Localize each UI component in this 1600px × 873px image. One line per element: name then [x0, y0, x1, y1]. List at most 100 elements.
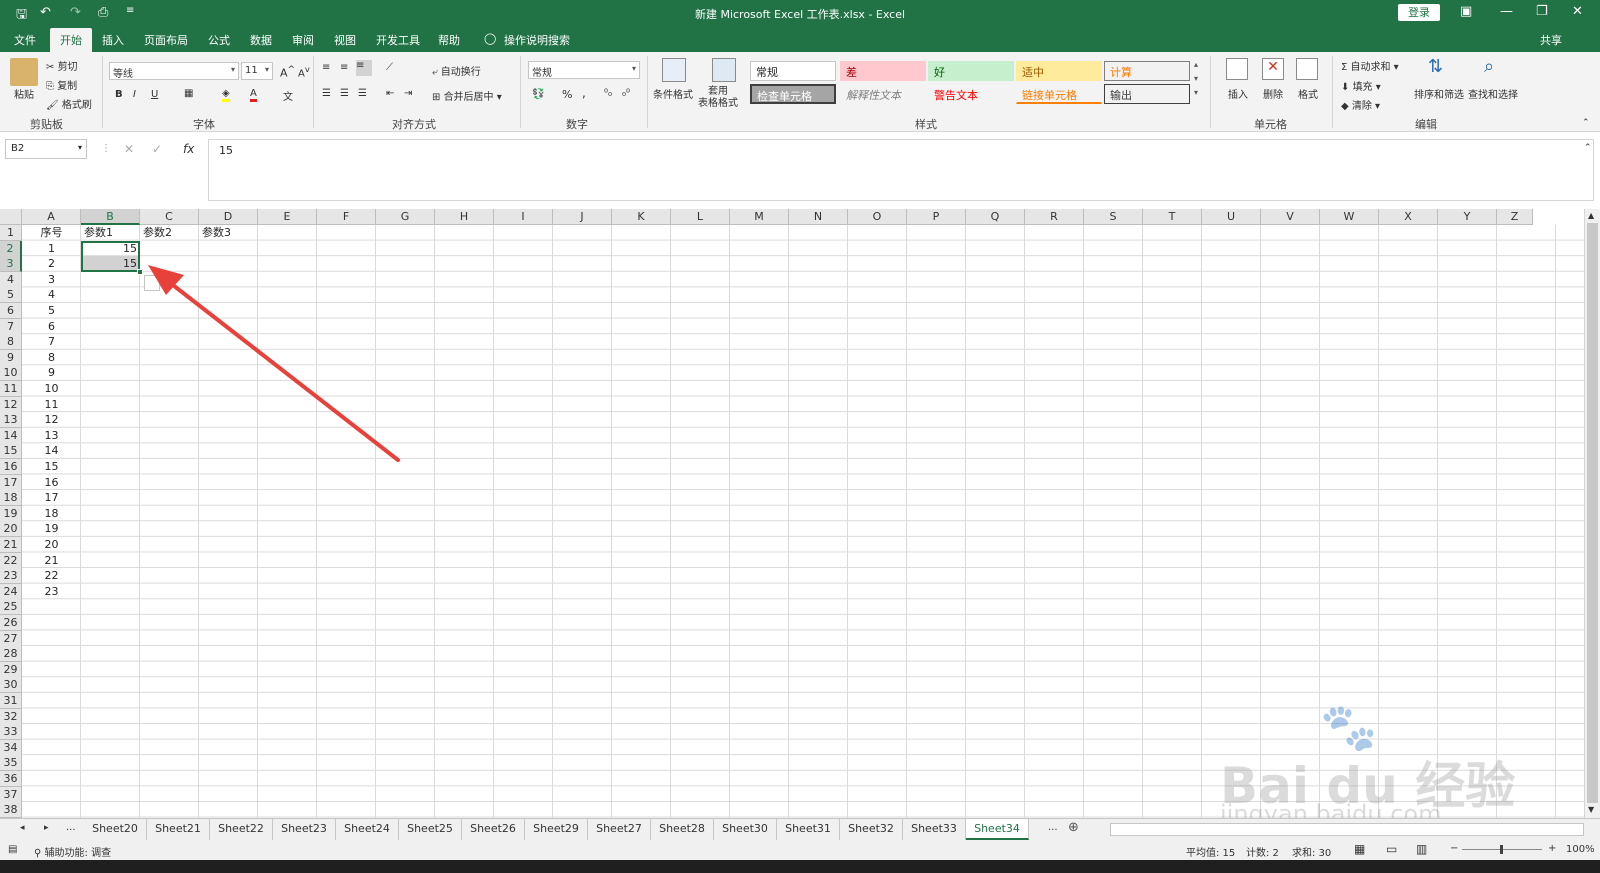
tab-data[interactable]: 数据 [250, 32, 272, 48]
comma-button[interactable]: , [582, 86, 586, 100]
align-right-icon[interactable]: ☰ [358, 88, 367, 99]
tab-review[interactable]: 审阅 [292, 32, 314, 48]
accounting-format-icon[interactable]: 💱 [532, 89, 544, 100]
more-sheets-left[interactable]: ... [66, 822, 76, 833]
page-break-view-icon[interactable]: ▥ [1416, 842, 1427, 856]
sheet-tab-sheet30[interactable]: Sheet30 [714, 819, 777, 840]
formula-input[interactable]: 15 [208, 139, 1594, 201]
sheet-tab-sheet27[interactable]: Sheet27 [588, 819, 651, 840]
next-sheet-icon[interactable]: ▸ [44, 823, 49, 833]
cancel-icon[interactable]: ✕ [124, 142, 134, 156]
find-select-button[interactable]: 查找和选择 [1468, 86, 1518, 101]
decrease-font-icon[interactable]: Av [298, 64, 310, 79]
font-size-select[interactable]: 11 ▾ [241, 62, 273, 80]
tab-file[interactable]: 文件 [14, 32, 36, 48]
insert-function-icon[interactable]: fx [183, 142, 194, 156]
font-name-select[interactable]: 等线 ▾ [109, 62, 239, 80]
style-linked-cell[interactable]: 链接单元格 [1016, 84, 1102, 104]
align-top-icon[interactable]: ≡ [322, 62, 330, 73]
fill-color-icon[interactable]: ◈ [222, 88, 230, 102]
restore-icon[interactable]: ❐ [1536, 4, 1548, 19]
increase-decimal-icon[interactable]: ⁰₀ [604, 88, 612, 99]
sheet-tab-sheet34[interactable]: Sheet34 [966, 819, 1029, 840]
sheet-tab-sheet24[interactable]: Sheet24 [336, 819, 399, 840]
format-painter-button[interactable]: 🖌 格式刷 [46, 96, 92, 111]
sort-filter-icon[interactable]: ⇅ [1428, 56, 1443, 77]
align-center-icon[interactable]: ☰ [340, 88, 349, 99]
collapse-ribbon-icon[interactable]: ⌃ [1582, 118, 1590, 128]
page-layout-view-icon[interactable]: ▭ [1386, 842, 1397, 856]
format-table-button[interactable]: 套用 表格格式 [698, 86, 738, 110]
sheet-tab-sheet20[interactable]: Sheet20 [84, 819, 147, 840]
style-warning[interactable]: 警告文本 [928, 84, 1014, 104]
merge-center-button[interactable]: ⊞ 合并后居中 ▾ [432, 88, 502, 103]
login-button[interactable]: 登录 [1398, 4, 1440, 21]
insert-cells-icon[interactable] [1226, 58, 1248, 80]
sheet-tab-sheet21[interactable]: Sheet21 [147, 819, 210, 840]
more-sheets-right[interactable]: ... [1048, 822, 1058, 833]
tab-formulas[interactable]: 公式 [208, 32, 230, 48]
bold-icon[interactable]: B [115, 89, 123, 100]
decrease-decimal-icon[interactable]: ₀⁰ [622, 88, 630, 99]
style-calculation[interactable]: 计算 [1104, 61, 1190, 81]
delete-cells-icon[interactable]: ✕ [1262, 58, 1284, 80]
styles-scroll-icon[interactable]: ▴ ▾ ▾ [1194, 58, 1198, 100]
style-neutral[interactable]: 适中 [1016, 61, 1102, 81]
tab-developer[interactable]: 开发工具 [376, 32, 420, 48]
sheet-tab-sheet22[interactable]: Sheet22 [210, 819, 273, 840]
zoom-out-icon[interactable]: − [1450, 843, 1458, 854]
style-good[interactable]: 好 [928, 61, 1014, 81]
align-middle-icon[interactable]: ≡ [340, 62, 348, 73]
new-sheet-icon[interactable]: ⊕ [1068, 820, 1079, 835]
style-explanatory[interactable]: 解释性文本 [840, 84, 926, 104]
zoom-in-icon[interactable]: + [1548, 843, 1556, 854]
increase-indent-icon[interactable]: ⇥ [404, 88, 412, 99]
delete-cells-button[interactable]: 删除 [1263, 86, 1283, 101]
style-bad[interactable]: 差 [840, 61, 926, 81]
scroll-up-icon[interactable]: ▲ [1588, 211, 1594, 220]
style-output[interactable]: 输出 [1104, 84, 1190, 104]
tab-help[interactable]: 帮助 [438, 32, 460, 48]
prev-sheet-icon[interactable]: ◂ [20, 823, 25, 833]
share-button[interactable]: 共享 [1540, 32, 1562, 48]
increase-font-icon[interactable]: A^ [280, 64, 295, 80]
zoom-level[interactable]: 100% [1566, 844, 1595, 855]
paste-button[interactable]: 粘贴 [14, 86, 34, 101]
close-icon[interactable]: ✕ [1572, 4, 1583, 19]
sheet-tab-sheet26[interactable]: Sheet26 [462, 819, 525, 840]
italic-icon[interactable]: I [133, 89, 136, 100]
format-cells-button[interactable]: 格式 [1298, 86, 1318, 101]
ribbon-display-icon[interactable]: ▣ [1460, 4, 1472, 19]
conditional-format-button[interactable]: 条件格式 [653, 86, 693, 101]
align-bottom-icon[interactable]: ≡ [356, 60, 372, 76]
sheet-tab-sheet23[interactable]: Sheet23 [273, 819, 336, 840]
tell-me-search[interactable]: 操作说明搜索 [504, 32, 570, 48]
vertical-scrollbar[interactable]: ▲ ▼ [1584, 209, 1600, 818]
horizontal-scrollbar[interactable] [1110, 823, 1584, 836]
sheet-tab-sheet25[interactable]: Sheet25 [399, 819, 462, 840]
underline-icon[interactable]: U [151, 89, 158, 100]
minimize-icon[interactable]: — [1500, 4, 1513, 19]
border-icon[interactable]: ▦ [184, 88, 193, 99]
cut-button[interactable]: ✂ 剪切 [46, 58, 78, 73]
sheet-tab-sheet32[interactable]: Sheet32 [840, 819, 903, 840]
find-select-icon[interactable]: ⌕ [1484, 56, 1494, 77]
style-check-cell[interactable]: 检查单元格 [750, 84, 836, 104]
orientation-icon[interactable]: ⟋ [386, 62, 393, 73]
format-cells-icon[interactable] [1296, 58, 1318, 80]
percent-button[interactable]: % [562, 88, 572, 101]
wrap-text-button[interactable]: ⤶ 自动换行 [432, 63, 481, 78]
format-table-icon[interactable] [712, 58, 736, 82]
sheet-tab-sheet29[interactable]: Sheet29 [525, 819, 588, 840]
align-left-icon[interactable]: ☰ [322, 88, 331, 99]
fill-button[interactable]: ⬇ 填充 ▾ [1341, 78, 1381, 93]
sheet-tab-sheet28[interactable]: Sheet28 [651, 819, 714, 840]
sort-filter-button[interactable]: 排序和筛选 [1414, 86, 1464, 101]
tab-page-layout[interactable]: 页面布局 [144, 32, 188, 48]
paste-icon[interactable] [10, 58, 38, 86]
enter-icon[interactable]: ✓ [152, 142, 162, 156]
formula-expand-icon[interactable]: ⌃ [1584, 143, 1592, 153]
decrease-indent-icon[interactable]: ⇤ [386, 88, 394, 99]
accessibility-status[interactable]: ⚲ 辅助功能: 调查 [34, 844, 111, 859]
style-normal[interactable]: 常规 [750, 61, 836, 81]
